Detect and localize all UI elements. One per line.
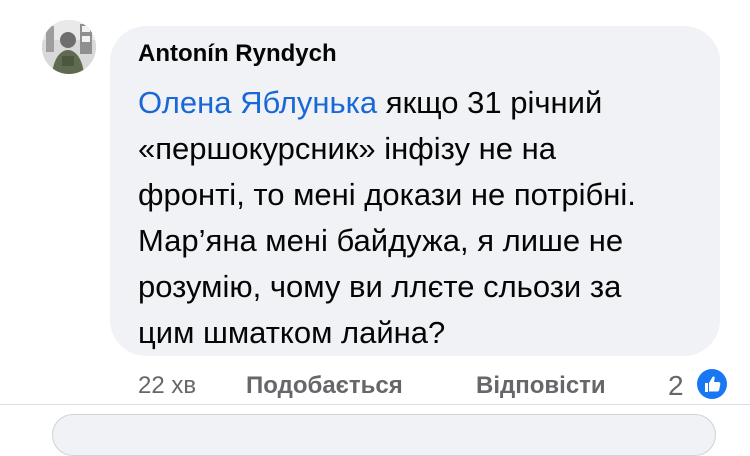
comment-line-1-text: якщо 31 річний: [377, 85, 603, 120]
comment-line-2: «першокурсник» інфізу не на: [138, 131, 556, 166]
mention-link[interactable]: Олена Яблунька: [138, 85, 377, 120]
comment-text: Олена Яблунька якщо 31 річний «першокурс…: [138, 80, 708, 356]
avatar-photo: [42, 20, 96, 74]
comment-line-5: розумію, чому ви ллєте сльози за: [138, 269, 622, 304]
reply-button[interactable]: Відповісти: [476, 372, 606, 400]
comment-actions: 22 хв Подобається Відповісти 2: [138, 366, 738, 406]
comment-line-4: Мар’яна мені байдужа, я лише не: [138, 223, 624, 258]
divider: [0, 404, 750, 405]
avatar[interactable]: [42, 20, 96, 74]
comment-time[interactable]: 22 хв: [138, 372, 196, 400]
like-button[interactable]: Подобається: [246, 372, 403, 400]
comment-line-3: фронті, то мені докази не потрібні.: [138, 177, 636, 212]
comment-author[interactable]: Antonín Ryndych: [138, 40, 337, 68]
comment-line-1: Олена Яблунька якщо 31 річний: [138, 80, 708, 126]
reply-input[interactable]: [52, 414, 716, 456]
reaction-count: 2: [668, 370, 684, 401]
thumbs-up-icon: [695, 367, 729, 401]
comment-line-6: цим шматком лайна?: [138, 315, 446, 350]
